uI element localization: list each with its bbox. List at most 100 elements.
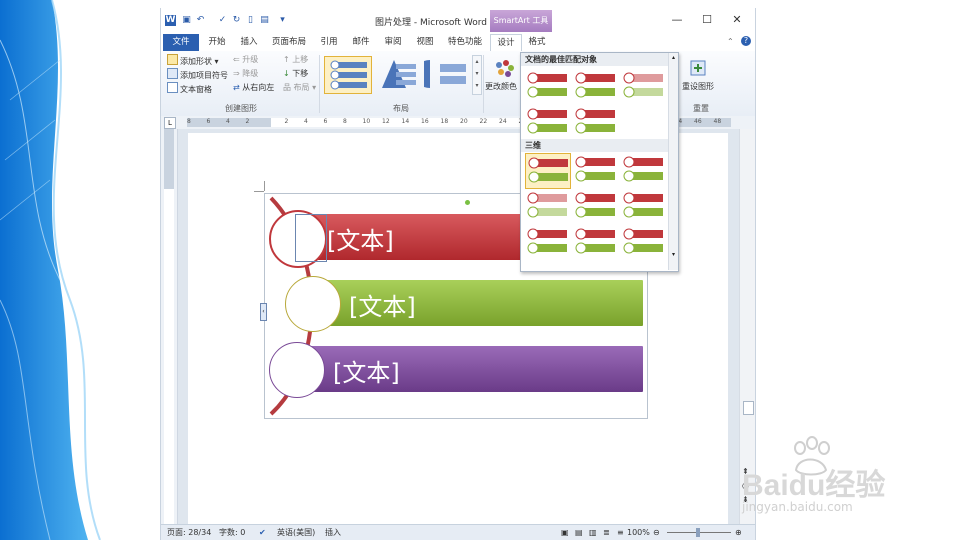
ruler-tick: 2 (245, 118, 250, 125)
word-count[interactable]: 字数: 0 (219, 525, 245, 540)
layout-button[interactable]: 品 布局 ▾ (283, 82, 316, 94)
zoom-slider-thumb[interactable] (696, 528, 700, 537)
ruler-margin-top (164, 129, 174, 189)
text-pane-button[interactable]: 文本窗格 (167, 82, 212, 94)
style-thumb[interactable] (525, 225, 569, 259)
smartart-style-gallery[interactable]: 文档的最佳匹配对象 三维 ▴ ▾ (520, 52, 679, 272)
proofing-icon[interactable]: ✔ (259, 525, 266, 540)
move-up-button[interactable]: ↑ 上移 (283, 54, 308, 66)
ribbon-tabs: 文件 开始 插入 页面布局 引用 邮件 审阅 视图 特色功能 设计 格式 ⌃ ? (161, 34, 755, 53)
style-preview-icon (527, 228, 567, 254)
right-to-left-button[interactable]: ⇄ 从右向左 (233, 82, 274, 94)
maximize-icon[interactable]: ☐ (699, 13, 715, 27)
repeat-icon[interactable]: ↻ (231, 15, 242, 26)
group-separator (319, 55, 320, 113)
save-icon[interactable]: ▣ (181, 15, 192, 26)
print-layout-icon[interactable]: ▣ (561, 525, 569, 540)
style-thumb[interactable] (621, 153, 665, 187)
zoom-level[interactable]: 100% (627, 525, 650, 540)
style-thumb[interactable] (621, 225, 665, 259)
style-thumb[interactable] (525, 105, 569, 139)
style-thumb[interactable] (573, 225, 617, 259)
new-doc-icon[interactable]: ▯ (245, 15, 256, 26)
ruler-tick: 4 (304, 118, 308, 125)
style-thumb[interactable] (525, 189, 569, 223)
print-preview-icon[interactable]: ▤ (259, 15, 270, 26)
outline-icon[interactable]: ≣ (603, 525, 610, 540)
smartart-text-2[interactable]: [文本] (349, 287, 416, 322)
margin-mark (264, 181, 265, 191)
style-thumb[interactable] (573, 153, 617, 187)
style-preview-icon (528, 157, 568, 183)
promote-button[interactable]: ⇐ 升级 (233, 54, 258, 66)
draft-icon[interactable]: ≡ (617, 525, 624, 540)
reset-graphic-button[interactable]: 重设图形 (682, 81, 714, 93)
gallery-section-best-match: 文档的最佳匹配对象 (521, 53, 672, 66)
layout-thumb-selected[interactable] (324, 56, 372, 94)
style-thumb[interactable] (621, 69, 665, 103)
word-logo-icon[interactable]: W (165, 15, 176, 26)
layout-gallery-scroll[interactable]: ▴ ▾ ▾ (472, 55, 482, 95)
scroll-thumb[interactable] (743, 401, 754, 415)
add-shape-button[interactable]: 添加形状 ▾ (167, 54, 219, 66)
move-down-button[interactable]: ↓ 下移 (283, 68, 308, 80)
style-thumb[interactable] (525, 153, 571, 189)
tab-file[interactable]: 文件 (163, 34, 199, 51)
tab-view[interactable]: 视图 (411, 34, 439, 51)
change-colors-button[interactable]: 更改颜色 (485, 81, 517, 93)
tab-mailings[interactable]: 邮件 (347, 34, 375, 51)
text-pane-icon (167, 82, 178, 93)
status-bar: 页面: 28/34 字数: 0 ✔ 英语(美国) 插入 ▣ ▤ ▥ ≣ ≡ 10… (161, 524, 755, 540)
style-thumb[interactable] (573, 189, 617, 223)
scroll-up-icon[interactable]: ▴ (669, 54, 678, 61)
ribbon-collapse-icon[interactable]: ⌃ (727, 37, 734, 46)
tab-format[interactable]: 格式 (523, 34, 551, 51)
tab-insert[interactable]: 插入 (235, 34, 263, 51)
tab-references[interactable]: 引用 (315, 34, 343, 51)
pyramid-list-icon (382, 60, 416, 88)
demote-button[interactable]: ⇒ 降级 (233, 68, 258, 80)
full-screen-icon[interactable]: ▤ (575, 525, 583, 540)
help-icon[interactable]: ? (741, 36, 751, 46)
right-to-left-icon: ⇄ (233, 83, 243, 92)
add-bullet-icon (167, 68, 178, 79)
arc-list-icon (414, 60, 466, 88)
vertical-ruler[interactable] (161, 129, 178, 524)
style-thumb[interactable] (525, 69, 569, 103)
page-count[interactable]: 页面: 28/34 (167, 525, 211, 540)
undo-icon[interactable]: ↶ (195, 15, 206, 26)
gallery-scrollbar[interactable]: ▴ ▾ (668, 53, 678, 270)
tab-special-features[interactable]: 特色功能 (443, 34, 487, 51)
web-layout-icon[interactable]: ▥ (589, 525, 597, 540)
close-icon[interactable]: ✕ (729, 13, 745, 27)
language[interactable]: 英语(美国) (277, 525, 315, 540)
ruler-tick: 18 (440, 118, 449, 125)
zoom-out-icon[interactable]: ⊖ (653, 525, 660, 540)
smartart-text-3[interactable]: [文本] (333, 353, 400, 388)
smartart-circle-3[interactable] (269, 342, 325, 398)
minimize-icon[interactable]: — (669, 13, 685, 27)
style-thumb[interactable] (573, 69, 617, 103)
tab-review[interactable]: 审阅 (379, 34, 407, 51)
layout-thumb-pyramid[interactable] (374, 56, 420, 92)
ruler-tick: 6 (206, 118, 211, 125)
reset-graphic-icon[interactable] (687, 59, 709, 77)
add-bullet-button[interactable]: 添加项目符号 (167, 68, 228, 80)
tab-selector-icon[interactable]: L (164, 117, 176, 129)
add-shape-icon (167, 54, 178, 65)
tab-home[interactable]: 开始 (203, 34, 231, 51)
smartart-text-1[interactable]: [文本] (327, 221, 394, 256)
smartart-circle-2[interactable] (285, 276, 341, 332)
customize-icon[interactable]: ▾ (277, 15, 288, 26)
insert-mode[interactable]: 插入 (325, 525, 341, 540)
style-thumb[interactable] (621, 189, 665, 223)
tab-page-layout[interactable]: 页面布局 (267, 34, 311, 51)
redo-icon[interactable]: ✓ (217, 15, 228, 26)
baidu-watermark: Baidu经验 jingyan.baidu.com (736, 436, 956, 536)
scroll-down-icon[interactable]: ▾ (669, 251, 678, 258)
rotate-handle-icon[interactable] (465, 200, 470, 205)
change-colors-icon[interactable] (489, 59, 519, 79)
layout-thumb-arc[interactable] (414, 56, 470, 92)
style-thumb[interactable] (573, 105, 617, 139)
text-pane-toggle-icon[interactable]: ‹ (260, 303, 267, 321)
